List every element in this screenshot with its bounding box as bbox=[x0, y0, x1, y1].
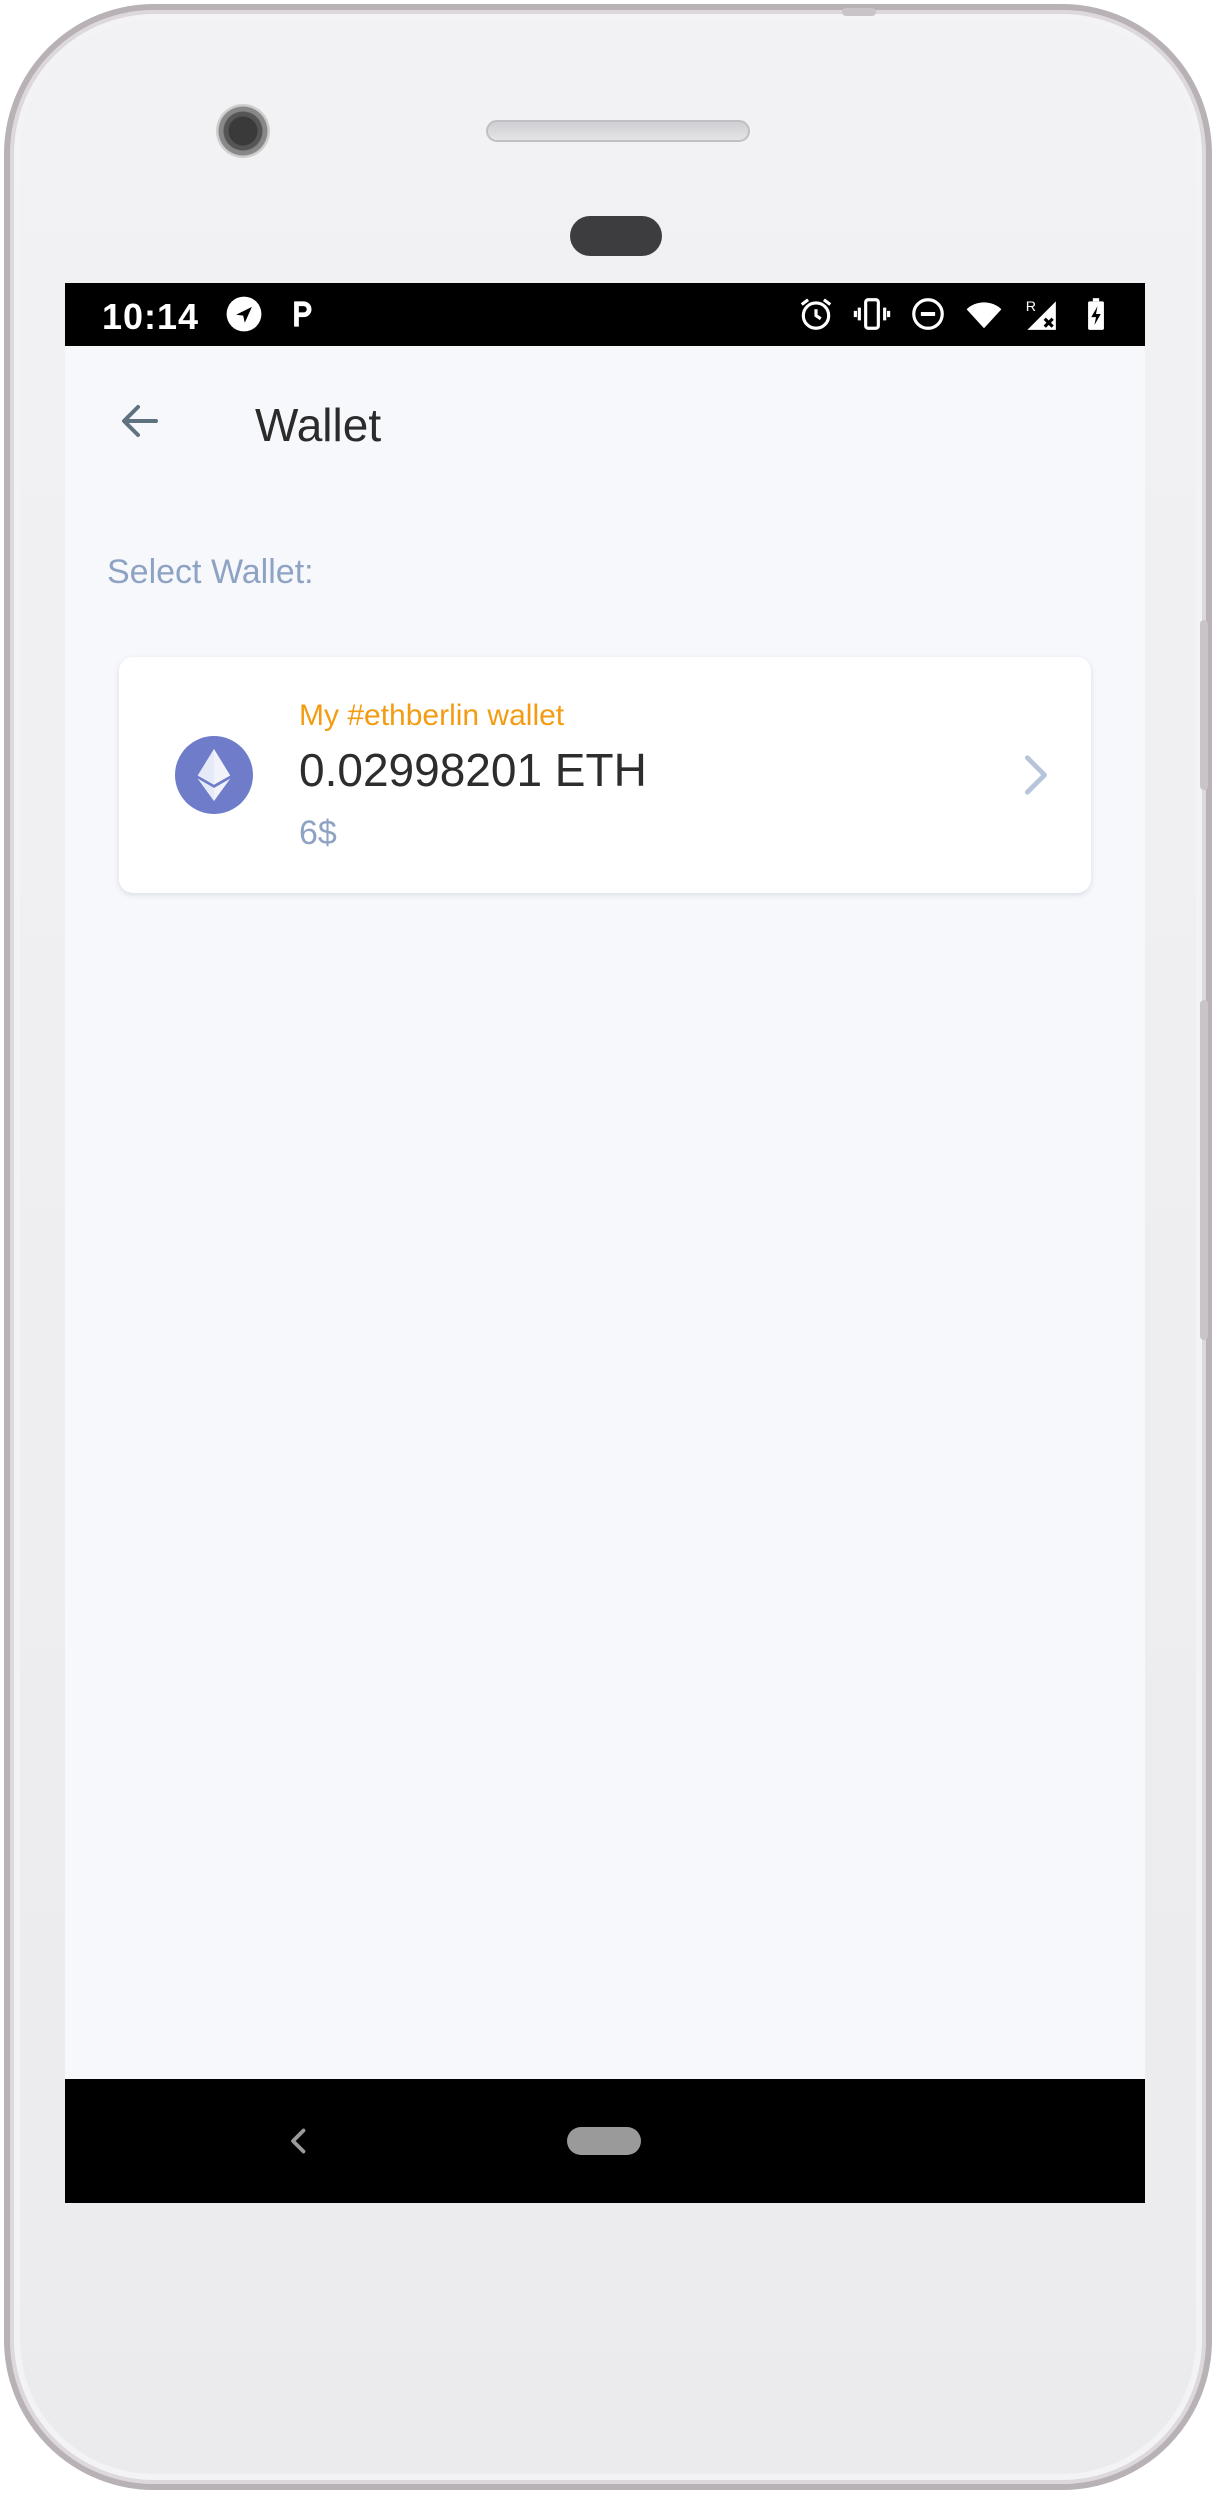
arrow-left-icon bbox=[122, 405, 158, 437]
top-button bbox=[842, 8, 876, 16]
power-button bbox=[1200, 620, 1208, 790]
navigation-bar bbox=[65, 2079, 1145, 2203]
status-time: 10:14 bbox=[102, 296, 200, 337]
app-bar: Wallet bbox=[65, 346, 1145, 506]
do-not-disturb-icon bbox=[912, 298, 944, 330]
nav-home-icon[interactable] bbox=[567, 2127, 641, 2155]
alarm-icon bbox=[800, 298, 832, 330]
battery-charging-icon bbox=[1088, 298, 1104, 330]
chevron-right-icon bbox=[1024, 755, 1047, 795]
wallet-name: My #ethberlin wallet bbox=[299, 699, 565, 732]
nav-back-icon[interactable] bbox=[281, 2123, 317, 2159]
volume-button bbox=[1200, 1000, 1208, 1340]
wallet-fiat-value: 6$ bbox=[299, 814, 337, 852]
wallet-balance: 0.02998201 ETH bbox=[299, 744, 647, 796]
status-left-icons bbox=[225, 295, 321, 333]
status-right-icons: R bbox=[797, 295, 1115, 333]
wifi-icon bbox=[966, 302, 1002, 329]
back-button[interactable] bbox=[105, 386, 175, 456]
ethereum-icon bbox=[175, 736, 253, 814]
roaming-badge: R bbox=[1026, 299, 1036, 315]
screen: 10:14 R Wallet Select Wallet: My #ethber… bbox=[65, 283, 1145, 2203]
proximity-sensor bbox=[570, 216, 662, 256]
earpiece-speaker bbox=[486, 120, 750, 142]
vibrate-icon bbox=[853, 298, 891, 330]
signal-roaming-icon: R bbox=[1026, 299, 1056, 330]
section-label: Select Wallet: bbox=[107, 553, 314, 591]
wallet-list-item[interactable]: My #ethberlin wallet 0.02998201 ETH 6$ bbox=[119, 657, 1091, 893]
page-title: Wallet bbox=[255, 399, 382, 451]
navigation-icon bbox=[226, 296, 262, 332]
parking-icon bbox=[294, 301, 312, 327]
status-bar: 10:14 R bbox=[65, 283, 1145, 346]
front-camera bbox=[216, 104, 270, 158]
